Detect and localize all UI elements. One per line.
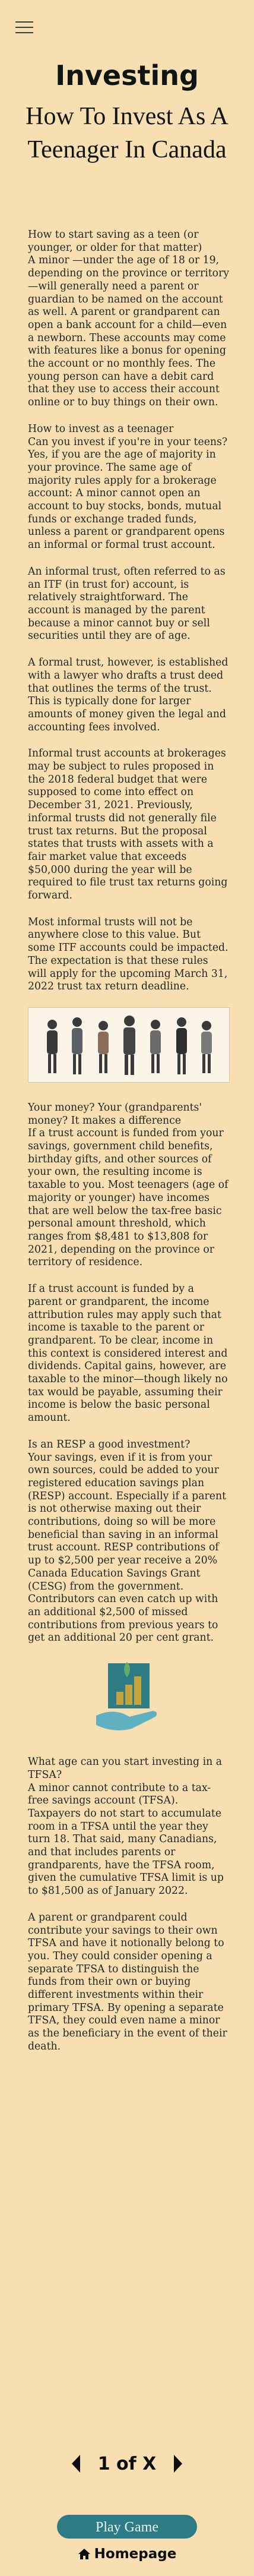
section-heading: How to start saving as a teen (or younge… bbox=[28, 229, 202, 254]
homepage-label: Homepage bbox=[94, 2546, 177, 2562]
section-heading: What age can you start investing in a TF… bbox=[28, 1756, 223, 1781]
category-heading: Investing bbox=[55, 59, 199, 92]
hand-holding-money-image bbox=[28, 1659, 230, 1737]
paragraph-text: If a trust account is funded from your s… bbox=[28, 1127, 228, 1269]
paragraph: Most informal trusts will not be anywher… bbox=[28, 916, 228, 993]
paragraph: How to invest as a teenager Can you inve… bbox=[28, 423, 230, 552]
paragraph-text: A minor cannot contribute to a tax-free … bbox=[28, 1782, 224, 1897]
paragraph: How to start saving as a teen (or younge… bbox=[28, 229, 230, 409]
paragraph: Is an RESP a good investment? Your savin… bbox=[28, 1439, 230, 1645]
section-heading: How to invest as a teenager bbox=[28, 422, 174, 435]
section-heading: Is an RESP a good investment? bbox=[28, 1438, 190, 1451]
paragraph: A parent or grandparent could contribute… bbox=[28, 1911, 227, 2052]
paragraph: Your money? Your (grandparents' money? I… bbox=[28, 1102, 230, 1269]
page-title: How To Invest As A Teenager In Canada bbox=[26, 103, 228, 163]
teenagers-with-phones-image bbox=[28, 1007, 230, 1083]
paragraph-text: Can you invest if you're in your teens? … bbox=[28, 436, 228, 551]
homepage-link[interactable]: Homepage bbox=[0, 2546, 254, 2562]
page-indicator: 1 of X bbox=[97, 2453, 157, 2474]
paragraph: If a trust account is funded by a parent… bbox=[28, 1283, 228, 1424]
article-body: How to start saving as a teen (or younge… bbox=[28, 229, 230, 2067]
hamburger-menu-icon[interactable] bbox=[15, 21, 33, 33]
pagination: 1 of X bbox=[0, 2452, 254, 2476]
paragraph: A formal trust, however, is established … bbox=[28, 657, 228, 733]
paragraph: An informal trust, often referred to as … bbox=[28, 565, 226, 642]
paragraph: Informal trust accounts at brokerages ma… bbox=[28, 748, 228, 902]
paragraph-text: A minor —under the age of 18 or 19, depe… bbox=[28, 254, 230, 409]
triangle-right-icon[interactable] bbox=[174, 2455, 183, 2473]
section-heading: Your money? Your (grandparents' money? I… bbox=[28, 1101, 202, 1127]
play-game-button[interactable]: Play Game bbox=[57, 2515, 197, 2539]
paragraph-text: Your savings, even if it is from your ow… bbox=[28, 1451, 227, 1644]
article-page: Investing How To Invest As A Teenager In… bbox=[0, 0, 254, 2576]
triangle-left-icon[interactable] bbox=[71, 2455, 80, 2473]
paragraph: What age can you start investing in a TF… bbox=[28, 1756, 230, 1898]
home-icon bbox=[78, 2549, 90, 2559]
